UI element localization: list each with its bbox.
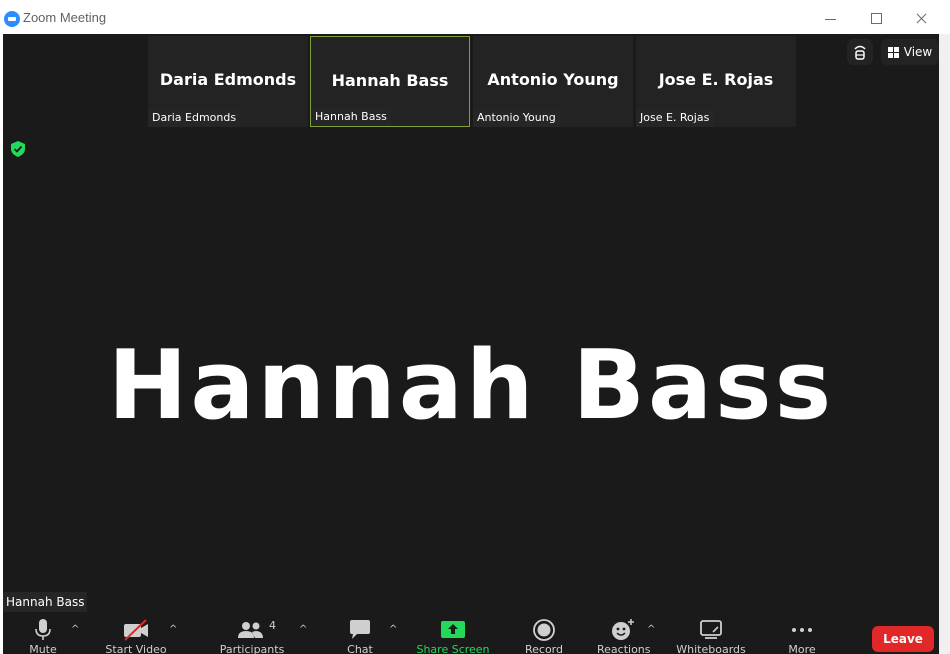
participant-tile[interactable]: Daria Edmonds Daria Edmonds xyxy=(148,36,308,127)
whiteboards-button[interactable]: Whiteboards xyxy=(675,618,747,654)
participants-count: 4 xyxy=(269,619,276,632)
participants-options-chevron-up-icon[interactable]: ^ xyxy=(299,624,307,635)
more-dots-icon xyxy=(792,628,812,632)
window-edge xyxy=(939,34,950,654)
more-label: More xyxy=(788,643,816,654)
participants-icon xyxy=(238,622,263,638)
share-screen-icon xyxy=(441,621,465,638)
record-label: Record xyxy=(524,643,563,654)
mute-button[interactable]: Mute xyxy=(27,618,59,654)
reactions-label: Reactions xyxy=(597,643,651,654)
chat-button[interactable]: Chat xyxy=(343,618,377,654)
view-button[interactable]: View xyxy=(881,39,939,65)
self-view-label: Hannah Bass xyxy=(3,592,88,612)
participant-strip: Daria Edmonds Daria Edmonds Hannah Bass … xyxy=(148,36,798,127)
mute-label: Mute xyxy=(29,643,57,654)
more-button[interactable]: More xyxy=(785,618,819,654)
start-video-button[interactable]: Start Video xyxy=(103,618,169,654)
audio-options-chevron-up-icon[interactable]: ^ xyxy=(71,624,79,635)
view-label: View xyxy=(903,45,933,59)
reactions-options-chevron-up-icon[interactable]: ^ xyxy=(647,624,655,635)
participant-label: Antonio Young xyxy=(473,109,560,127)
reactions-smiley-icon xyxy=(612,619,634,640)
record-icon xyxy=(533,619,555,641)
chat-label: Chat xyxy=(347,643,373,654)
share-screen-label: Share Screen xyxy=(416,643,490,654)
participant-name: Hannah Bass xyxy=(331,71,449,90)
title-bar: Zoom Meeting xyxy=(0,0,950,34)
whiteboards-label: Whiteboards xyxy=(676,643,746,654)
participant-name: Antonio Young xyxy=(487,70,619,89)
record-button[interactable]: Record xyxy=(523,618,565,654)
chat-options-chevron-up-icon[interactable]: ^ xyxy=(389,624,397,635)
leave-button[interactable]: Leave xyxy=(872,626,934,652)
participant-tile[interactable]: Antonio Young Antonio Young xyxy=(473,36,633,127)
participant-label: Daria Edmonds xyxy=(148,109,241,127)
zoom-logo-icon xyxy=(4,11,20,27)
reactions-button[interactable]: Reactions xyxy=(597,618,651,654)
video-options-chevron-up-icon[interactable]: ^ xyxy=(169,624,177,635)
participant-label: Jose E. Rojas xyxy=(636,109,714,127)
meeting-toolbar: Mute ^ Start Video ^ 4 Participants ^ Ch… xyxy=(3,614,939,654)
participant-label: Hannah Bass xyxy=(311,108,391,126)
video-off-icon xyxy=(124,619,148,641)
maximize-button[interactable] xyxy=(861,6,891,30)
chat-bubble-icon xyxy=(350,620,370,639)
close-button[interactable] xyxy=(906,6,936,30)
participants-label: Participants xyxy=(219,643,285,654)
minimize-button[interactable] xyxy=(816,6,846,30)
participants-button[interactable]: 4 Participants xyxy=(217,618,287,654)
immersive-view-icon[interactable] xyxy=(847,39,873,65)
grid-icon xyxy=(887,46,899,58)
share-screen-button[interactable]: Share Screen xyxy=(415,618,491,654)
participant-tile-active[interactable]: Hannah Bass Hannah Bass xyxy=(310,36,470,127)
active-speaker-name: Hannah Bass xyxy=(107,331,835,441)
microphone-icon xyxy=(35,619,51,640)
participant-name: Daria Edmonds xyxy=(159,70,297,89)
meeting-area: Daria Edmonds Daria Edmonds Hannah Bass … xyxy=(3,34,939,654)
participant-tile[interactable]: Jose E. Rojas Jose E. Rojas xyxy=(636,36,796,127)
window-title: Zoom Meeting xyxy=(23,10,107,25)
participant-name: Jose E. Rojas xyxy=(658,70,774,89)
whiteboard-icon xyxy=(700,620,722,639)
security-shield-icon[interactable] xyxy=(10,140,26,158)
start-video-label: Start Video xyxy=(105,643,167,654)
